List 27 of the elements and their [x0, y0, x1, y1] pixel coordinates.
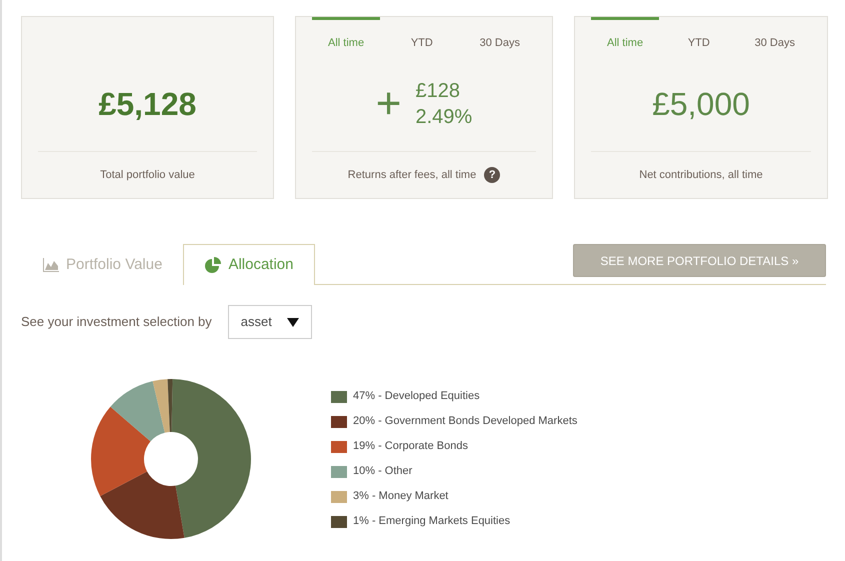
legend-label: 20% - Government Bonds Developed Markets: [353, 414, 578, 430]
legend-label: 1% - Emerging Markets Equities: [353, 514, 510, 530]
period-tab[interactable]: All time: [312, 17, 380, 57]
portfolio-value: £5,128: [98, 85, 196, 124]
contributions-value: £5,000: [652, 85, 750, 124]
legend-label: 10% - Other: [353, 464, 412, 480]
selection-label: See your investment selection by: [21, 313, 212, 332]
pie-chart-icon: [204, 257, 222, 273]
period-tab[interactable]: 30 Days: [738, 17, 811, 57]
card-caption: Net contributions, all time: [639, 168, 763, 183]
legend-label: 47% - Developed Equities: [353, 389, 480, 404]
card-caption: Returns after fees, all time: [348, 168, 476, 183]
help-icon[interactable]: ?: [484, 167, 500, 183]
view-tab[interactable]: Allocation: [183, 244, 314, 285]
legend-label: 19% - Corporate Bonds: [353, 439, 468, 454]
period-tab[interactable]: YTD: [672, 17, 726, 57]
caret-icon: [286, 318, 299, 326]
plus-sign: +: [376, 82, 402, 126]
card-caption: Total portfolio value: [100, 168, 195, 183]
area-chart-icon: [42, 257, 60, 273]
period-tab[interactable]: YTD: [394, 17, 449, 57]
period-tab[interactable]: All time: [591, 17, 660, 57]
returns-amount: £128: [415, 79, 461, 104]
legend-label: 3% - Money Market: [353, 489, 448, 504]
period-tab[interactable]: 30 Days: [464, 17, 536, 57]
selection-dropdown[interactable]: asset: [228, 305, 312, 339]
returns-percent: 2.49%: [415, 105, 472, 130]
